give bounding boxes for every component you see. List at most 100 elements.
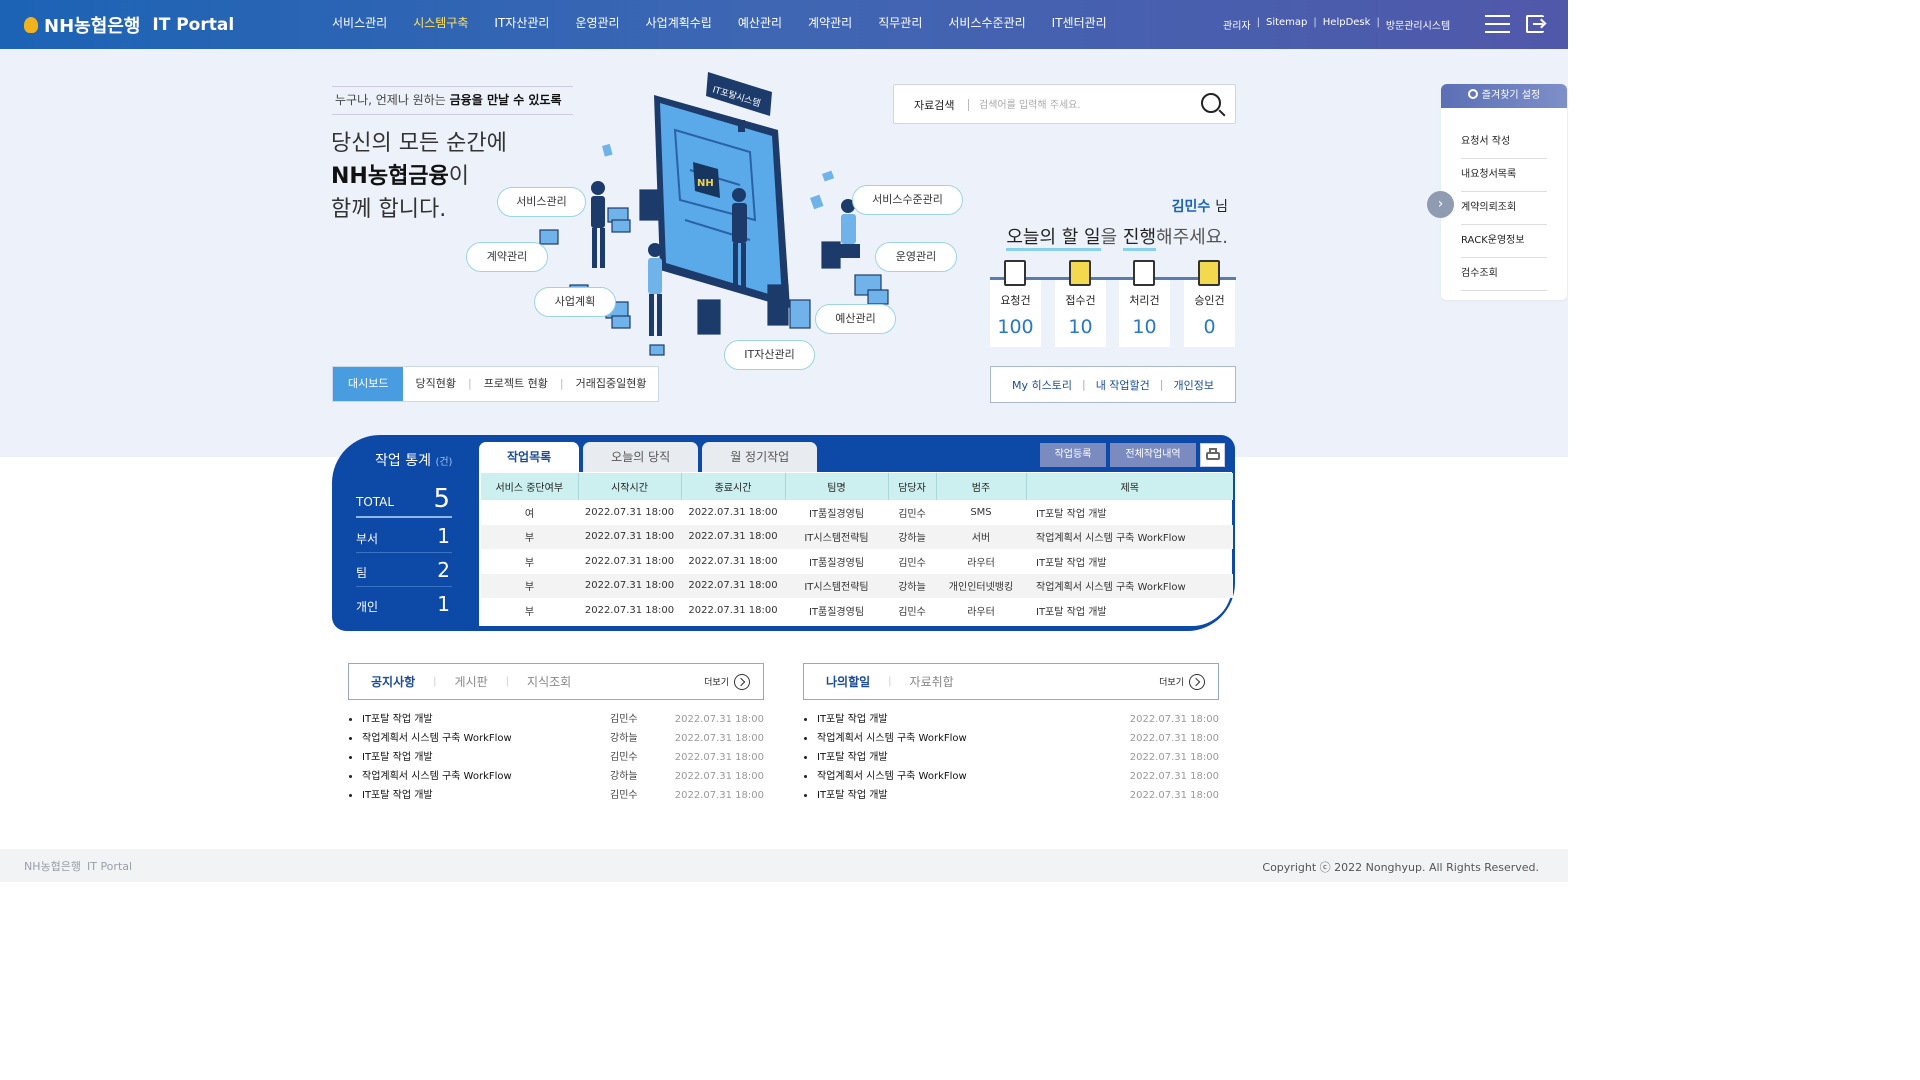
nav-item-budget[interactable]: 예산관리 xyxy=(738,0,782,49)
tab-transaction-peak[interactable]: 거래집중일현황 xyxy=(564,367,659,401)
link-my-history[interactable]: My 히스토리 xyxy=(1012,377,1072,393)
list-item[interactable]: 작업계획서 시스템 구축 WorkFlow 강하늘 2022.07.31 18:00 xyxy=(348,729,764,748)
register-work-button[interactable]: 작업등록 xyxy=(1040,443,1106,467)
bubble-it-asset[interactable]: IT자산관리 xyxy=(724,340,815,370)
todo-more-button[interactable]: 더보기 xyxy=(1159,674,1205,690)
item-title: 작업계획서 시스템 구축 WorkFlow xyxy=(362,733,512,744)
table-cell: 강하늘 xyxy=(888,524,936,549)
summary-received[interactable]: 접수건 10 xyxy=(1055,260,1106,347)
item-date: 2022.07.31 18:00 xyxy=(674,714,764,725)
list-item[interactable]: IT포탈 작업 개발 김민수 2022.07.31 18:00 xyxy=(348,710,764,729)
favorites-header[interactable]: 즐겨찾기 설정 xyxy=(1441,84,1567,108)
stat-team[interactable]: 팀2 xyxy=(356,554,452,587)
table-cell: IT포탈 작업 개발 xyxy=(1036,606,1107,618)
table-cell: 작업계획서 시스템 구축 WorkFlow xyxy=(1026,524,1233,549)
bubble-budget[interactable]: 예산관리 xyxy=(815,304,896,334)
search-input[interactable] xyxy=(979,95,1179,115)
nav-item-duty[interactable]: 직무관리 xyxy=(878,0,922,49)
work-stats-title: 작업 통계 (건) xyxy=(375,450,452,470)
bubble-service-mgmt[interactable]: 서비스관리 xyxy=(497,187,586,217)
chevron-right-icon xyxy=(1189,674,1205,690)
tab-duty-status[interactable]: 당직현황 xyxy=(403,367,467,401)
nav-item-contract[interactable]: 계약관리 xyxy=(808,0,852,49)
notice-more-button[interactable]: 더보기 xyxy=(704,674,750,690)
main-nav: 서비스관리 시스템구축 IT자산관리 운영관리 사업계획수립 예산관리 계약관리… xyxy=(332,0,1133,49)
chevron-right-icon[interactable]: › xyxy=(1427,191,1454,218)
list-item[interactable]: IT포탈 작업 개발 2022.07.31 18:00 xyxy=(803,748,1219,767)
footer-logo-text: NH농협은행 xyxy=(24,860,81,873)
list-item[interactable]: 작업계획서 시스템 구축 WorkFlow 강하늘 2022.07.31 18:00 xyxy=(348,767,764,786)
util-helpdesk-link[interactable]: HelpDesk xyxy=(1323,17,1371,32)
item-date: 2022.07.31 18:00 xyxy=(674,790,764,801)
bubble-contract-mgmt[interactable]: 계약관리 xyxy=(466,242,548,272)
stat-label: 팀 xyxy=(356,566,368,580)
table-cell: 작업계획서 시스템 구축 WorkFlow xyxy=(1026,573,1233,598)
link-personal-info[interactable]: 개인정보 xyxy=(1174,377,1214,393)
list-item[interactable]: IT포탈 작업 개발 김민수 2022.07.31 18:00 xyxy=(348,786,764,805)
nav-item-service[interactable]: 서비스관리 xyxy=(332,0,387,49)
favorite-item[interactable]: RACK운영정보 xyxy=(1461,225,1547,258)
stat-department[interactable]: 부서 1 xyxy=(356,520,452,553)
table-row[interactable]: 여 2022.07.31 18:00 2022.07.31 18:00 IT품질경영팀… xyxy=(481,500,1233,525)
it-portal-illustration: NH IT포탈시스템 xyxy=(539,72,889,356)
tab-work-list[interactable]: 작업목록 xyxy=(479,442,580,472)
tab-bulletin[interactable]: 게시판 xyxy=(437,673,506,690)
favorite-item[interactable]: 요청서 작성 xyxy=(1461,126,1547,159)
util-admin-link[interactable]: 관리자 xyxy=(1223,17,1251,32)
favorite-item[interactable]: 검수조회 xyxy=(1461,258,1547,291)
nav-item-operation[interactable]: 운영관리 xyxy=(575,0,619,49)
favorite-item[interactable]: 계약의뢰조회 xyxy=(1461,192,1547,225)
table-row[interactable]: 부 2022.07.31 18:00 2022.07.31 18:00 IT품질경영팀… xyxy=(481,549,1233,574)
bubble-business-plan[interactable]: 사업계획 xyxy=(534,287,616,317)
todo-board-header: 나의할일 | 자료취합 더보기 xyxy=(803,663,1219,700)
favorites-panel: 즐겨찾기 설정 요청서 작성 내요청서목록 계약의뢰조회 RACK운영정보 검수… xyxy=(1427,84,1567,300)
tab-data-collection[interactable]: 자료취합 xyxy=(892,673,972,690)
print-icon[interactable] xyxy=(1200,443,1225,467)
col-category: 범주 xyxy=(935,473,1026,500)
nav-item-it-asset[interactable]: IT자산관리 xyxy=(494,0,549,49)
link-my-tasks[interactable]: 내 작업할건 xyxy=(1096,377,1150,393)
footer-logo: NH농협은행 IT Portal xyxy=(24,858,132,874)
bubble-operation[interactable]: 운영관리 xyxy=(875,242,957,272)
util-sitemap-link[interactable]: Sitemap xyxy=(1266,17,1307,32)
hamburger-menu-icon[interactable] xyxy=(1485,15,1510,33)
notice-board-header: 공지사항 | 게시판 | 지식조회 더보기 xyxy=(348,663,764,700)
nav-item-system-build[interactable]: 시스템구축 xyxy=(413,0,468,49)
nh-logo[interactable]: NH농협은행 IT Portal xyxy=(24,12,234,38)
table-row[interactable]: 부 2022.07.31 18:00 2022.07.31 18:00 IT시스템전략… xyxy=(481,573,1233,598)
tab-my-todo[interactable]: 나의할일 xyxy=(804,673,888,690)
tab-dashboard[interactable]: 대시보드 xyxy=(333,367,404,401)
table-cell: 2022.07.31 18:00 xyxy=(584,555,675,567)
logout-icon[interactable] xyxy=(1526,15,1544,33)
tab-monthly-work[interactable]: 월 정기작업 xyxy=(702,442,818,472)
table-row[interactable]: 부 2022.07.31 18:00 2022.07.31 18:00 IT시스템전략… xyxy=(481,524,1233,549)
bubble-service-level[interactable]: 서비스수준관리 xyxy=(852,185,963,215)
summary-approved[interactable]: 승인건 0 xyxy=(1184,260,1235,347)
table-cell: IT포탈 작업 개발 xyxy=(1036,557,1107,569)
nav-item-business-plan[interactable]: 사업계획수립 xyxy=(646,0,712,49)
util-visitor-link[interactable]: 방문관리시스템 xyxy=(1386,17,1450,32)
nav-item-service-level[interactable]: 서비스수준관리 xyxy=(948,0,1025,49)
request-doc-icon xyxy=(1004,260,1026,286)
favorite-item[interactable]: 내요청서목록 xyxy=(1461,159,1547,192)
tab-project-status[interactable]: 프로젝트 현황 xyxy=(472,367,560,401)
tab-notice[interactable]: 공지사항 xyxy=(349,673,433,690)
all-work-history-button[interactable]: 전체작업내역 xyxy=(1110,443,1196,467)
list-item[interactable]: IT포탈 작업 개발 2022.07.31 18:00 xyxy=(803,786,1219,805)
summary-value: 10 xyxy=(1132,316,1157,338)
list-item[interactable]: 작업계획서 시스템 구축 WorkFlow 2022.07.31 18:00 xyxy=(803,729,1219,748)
list-item[interactable]: 작업계획서 시스템 구축 WorkFlow 2022.07.31 18:00 xyxy=(803,767,1219,786)
tab-today-duty[interactable]: 오늘의 당직 xyxy=(583,442,699,472)
list-item[interactable]: IT포탈 작업 개발 2022.07.31 18:00 xyxy=(803,710,1219,729)
summary-processed[interactable]: 처리건 10 xyxy=(1119,260,1170,347)
stat-personal[interactable]: 개인 1 xyxy=(356,588,452,621)
table-row[interactable]: 부 2022.07.31 18:00 2022.07.31 18:00 IT품질경영팀… xyxy=(481,598,1233,623)
list-item[interactable]: IT포탈 작업 개발 김민수 2022.07.31 18:00 xyxy=(348,748,764,767)
tab-knowledge[interactable]: 지식조회 xyxy=(509,673,589,690)
util-separator: | xyxy=(1376,17,1380,28)
nav-item-it-center[interactable]: IT센터관리 xyxy=(1052,0,1107,49)
stat-total[interactable]: TOTAL 5 xyxy=(356,484,452,518)
col-start-time: 시작시간 xyxy=(577,473,681,500)
search-icon[interactable] xyxy=(1201,93,1221,113)
summary-request[interactable]: 요청건 100 xyxy=(990,260,1041,347)
